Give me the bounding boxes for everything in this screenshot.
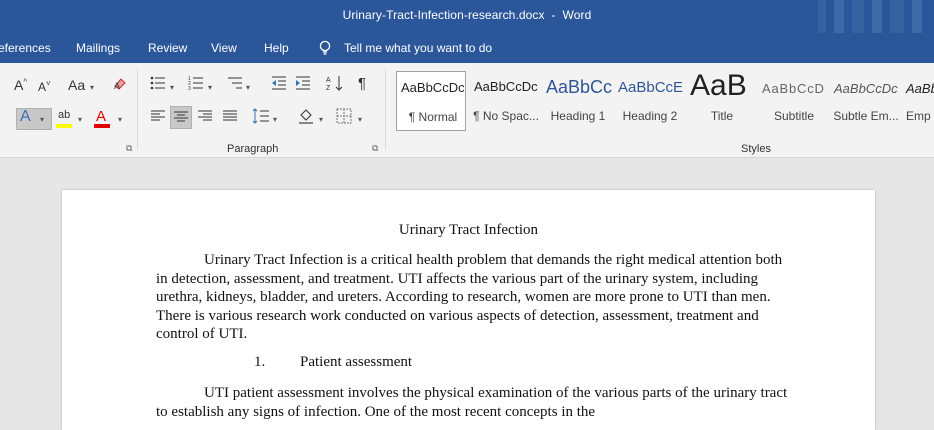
clear-formatting-icon[interactable]: A (112, 76, 128, 95)
style-sample: AaBbCcE (618, 79, 684, 96)
style-subtle-emphasis[interactable]: AaBbCcDc Subtle Em... (830, 71, 900, 129)
paragraph-dialog-launcher-icon[interactable]: ⧉ (372, 143, 378, 154)
chevron-down-icon[interactable]: ▾ (118, 115, 122, 124)
style-name: ¶ No Spac... (473, 109, 539, 123)
svg-text:A: A (326, 77, 331, 84)
group-separator (385, 69, 386, 149)
chevron-down-icon[interactable]: ▾ (78, 115, 82, 124)
style-heading-2[interactable]: AaBbCcE Heading 2 (614, 71, 684, 129)
title-separator: - (551, 8, 556, 22)
style-sample: AaBbCcDc (834, 81, 898, 96)
style-sample: AaB (690, 69, 747, 102)
tab-references[interactable]: eferences (0, 41, 51, 55)
paragraph-text: UTI patient assessment involves the phys… (156, 385, 788, 420)
highlight-color-swatch (56, 124, 72, 128)
align-center-button[interactable] (170, 106, 192, 129)
style-sample: AaBbCcDc (474, 79, 538, 94)
align-left-icon[interactable] (150, 109, 166, 126)
justify-icon[interactable] (222, 109, 238, 126)
font-dialog-launcher-icon[interactable]: ⧉ (126, 143, 132, 154)
svg-text:Z: Z (326, 85, 331, 92)
highlight-icon[interactable]: ab (58, 109, 70, 121)
document-filename: Urinary-Tract-Infection-research.docx (342, 8, 545, 22)
style-name: Subtle Em... (833, 109, 899, 123)
style-title[interactable]: AaB Title (686, 69, 756, 129)
list-number: 1. (254, 354, 266, 370)
style-name: Subtitle (773, 109, 815, 123)
window-title: Urinary-Tract-Infection-research.docx - … (0, 8, 934, 22)
show-formatting-marks-icon[interactable]: ¶ (358, 75, 366, 92)
line-spacing-icon[interactable] (252, 107, 270, 128)
multilevel-list-icon[interactable] (226, 75, 244, 94)
bullets-icon[interactable] (150, 75, 166, 94)
style-name: Emp (906, 109, 931, 123)
borders-icon[interactable] (336, 108, 352, 127)
tab-help[interactable]: Help (264, 41, 289, 55)
styles-group-label: Styles (741, 143, 771, 155)
svg-text:A: A (114, 81, 120, 91)
title-bar: Urinary-Tract-Infection-research.docx - … (0, 0, 934, 33)
app-name: Word (562, 8, 592, 22)
align-right-icon[interactable] (197, 109, 213, 126)
font-color-icon[interactable]: A (96, 108, 106, 125)
tell-me-search[interactable]: Tell me what you want to do (318, 40, 493, 55)
tab-review[interactable]: Review (148, 41, 187, 55)
chevron-down-icon[interactable]: ▾ (273, 115, 277, 124)
style-name: Title (710, 109, 734, 123)
tab-mailings[interactable]: Mailings (76, 41, 120, 55)
chevron-down-icon[interactable]: ▾ (208, 83, 212, 92)
shrink-font-icon[interactable]: A˅ (38, 79, 51, 94)
paragraph-text: Urinary Tract Infection is a critical he… (156, 252, 783, 342)
style-sample: AaBbCc (546, 77, 613, 97)
style-normal[interactable]: AaBbCcDc ¶ Normal (396, 71, 466, 131)
style-subtitle[interactable]: AaBbCcD Subtitle (758, 71, 828, 129)
tell-me-text: Tell me what you want to do (344, 41, 493, 55)
lightbulb-icon (319, 40, 331, 55)
document-paragraph: Urinary Tract Infection is a critical he… (156, 251, 796, 344)
chevron-down-icon[interactable]: ▾ (90, 83, 94, 92)
text-effects-icon: A (20, 108, 31, 125)
document-canvas[interactable]: Urinary Tract Infection Urinary Tract In… (0, 158, 934, 430)
chevron-down-icon[interactable]: ▾ (246, 83, 250, 92)
tab-view[interactable]: View (211, 41, 237, 55)
numbering-icon[interactable]: 123 (188, 75, 204, 94)
shading-icon[interactable] (297, 107, 315, 128)
style-name: Heading 1 (550, 109, 606, 123)
ribbon-tabs: eferences Mailings Review View Help Tell… (0, 33, 934, 63)
style-sample: AaBbCcDc (401, 80, 465, 95)
align-center-icon (174, 111, 188, 122)
font-color-swatch (94, 124, 110, 128)
sort-icon[interactable]: AZ (326, 74, 344, 95)
style-sample: AaBb (906, 81, 934, 96)
chevron-down-icon[interactable]: ▾ (170, 83, 174, 92)
decrease-indent-icon[interactable] (270, 75, 288, 94)
style-no-spacing[interactable]: AaBbCcDc ¶ No Spac... (470, 71, 540, 129)
document-title: Urinary Tract Infection (398, 222, 539, 238)
ribbon: A^ A˅ Aa ▾ A A ▾ ab ▾ A ▾ ⧉ ▾ 123 ▾ ▾ AZ… (0, 63, 934, 158)
style-emphasis[interactable]: AaBb Emp (902, 71, 934, 129)
grow-font-icon[interactable]: A^ (14, 77, 27, 93)
style-name: Heading 2 (622, 109, 678, 123)
group-separator (137, 69, 138, 149)
style-name: ¶ Normal (408, 110, 458, 124)
svg-text:3: 3 (188, 86, 191, 91)
chevron-down-icon[interactable]: ▾ (319, 115, 323, 124)
chevron-down-icon[interactable]: ▾ (40, 115, 44, 124)
style-sample: AaBbCcD (762, 81, 825, 96)
document-paragraph: UTI patient assessment involves the phys… (156, 384, 796, 421)
document-page[interactable]: Urinary Tract Infection Urinary Tract In… (62, 190, 875, 430)
style-heading-1[interactable]: AaBbCc Heading 1 (542, 71, 612, 129)
heading-text: Patient assessment (300, 354, 413, 370)
increase-indent-icon[interactable] (294, 75, 312, 94)
paragraph-group-label: Paragraph (227, 143, 279, 155)
change-case-icon[interactable]: Aa (68, 77, 85, 93)
chevron-down-icon[interactable]: ▾ (358, 115, 362, 124)
